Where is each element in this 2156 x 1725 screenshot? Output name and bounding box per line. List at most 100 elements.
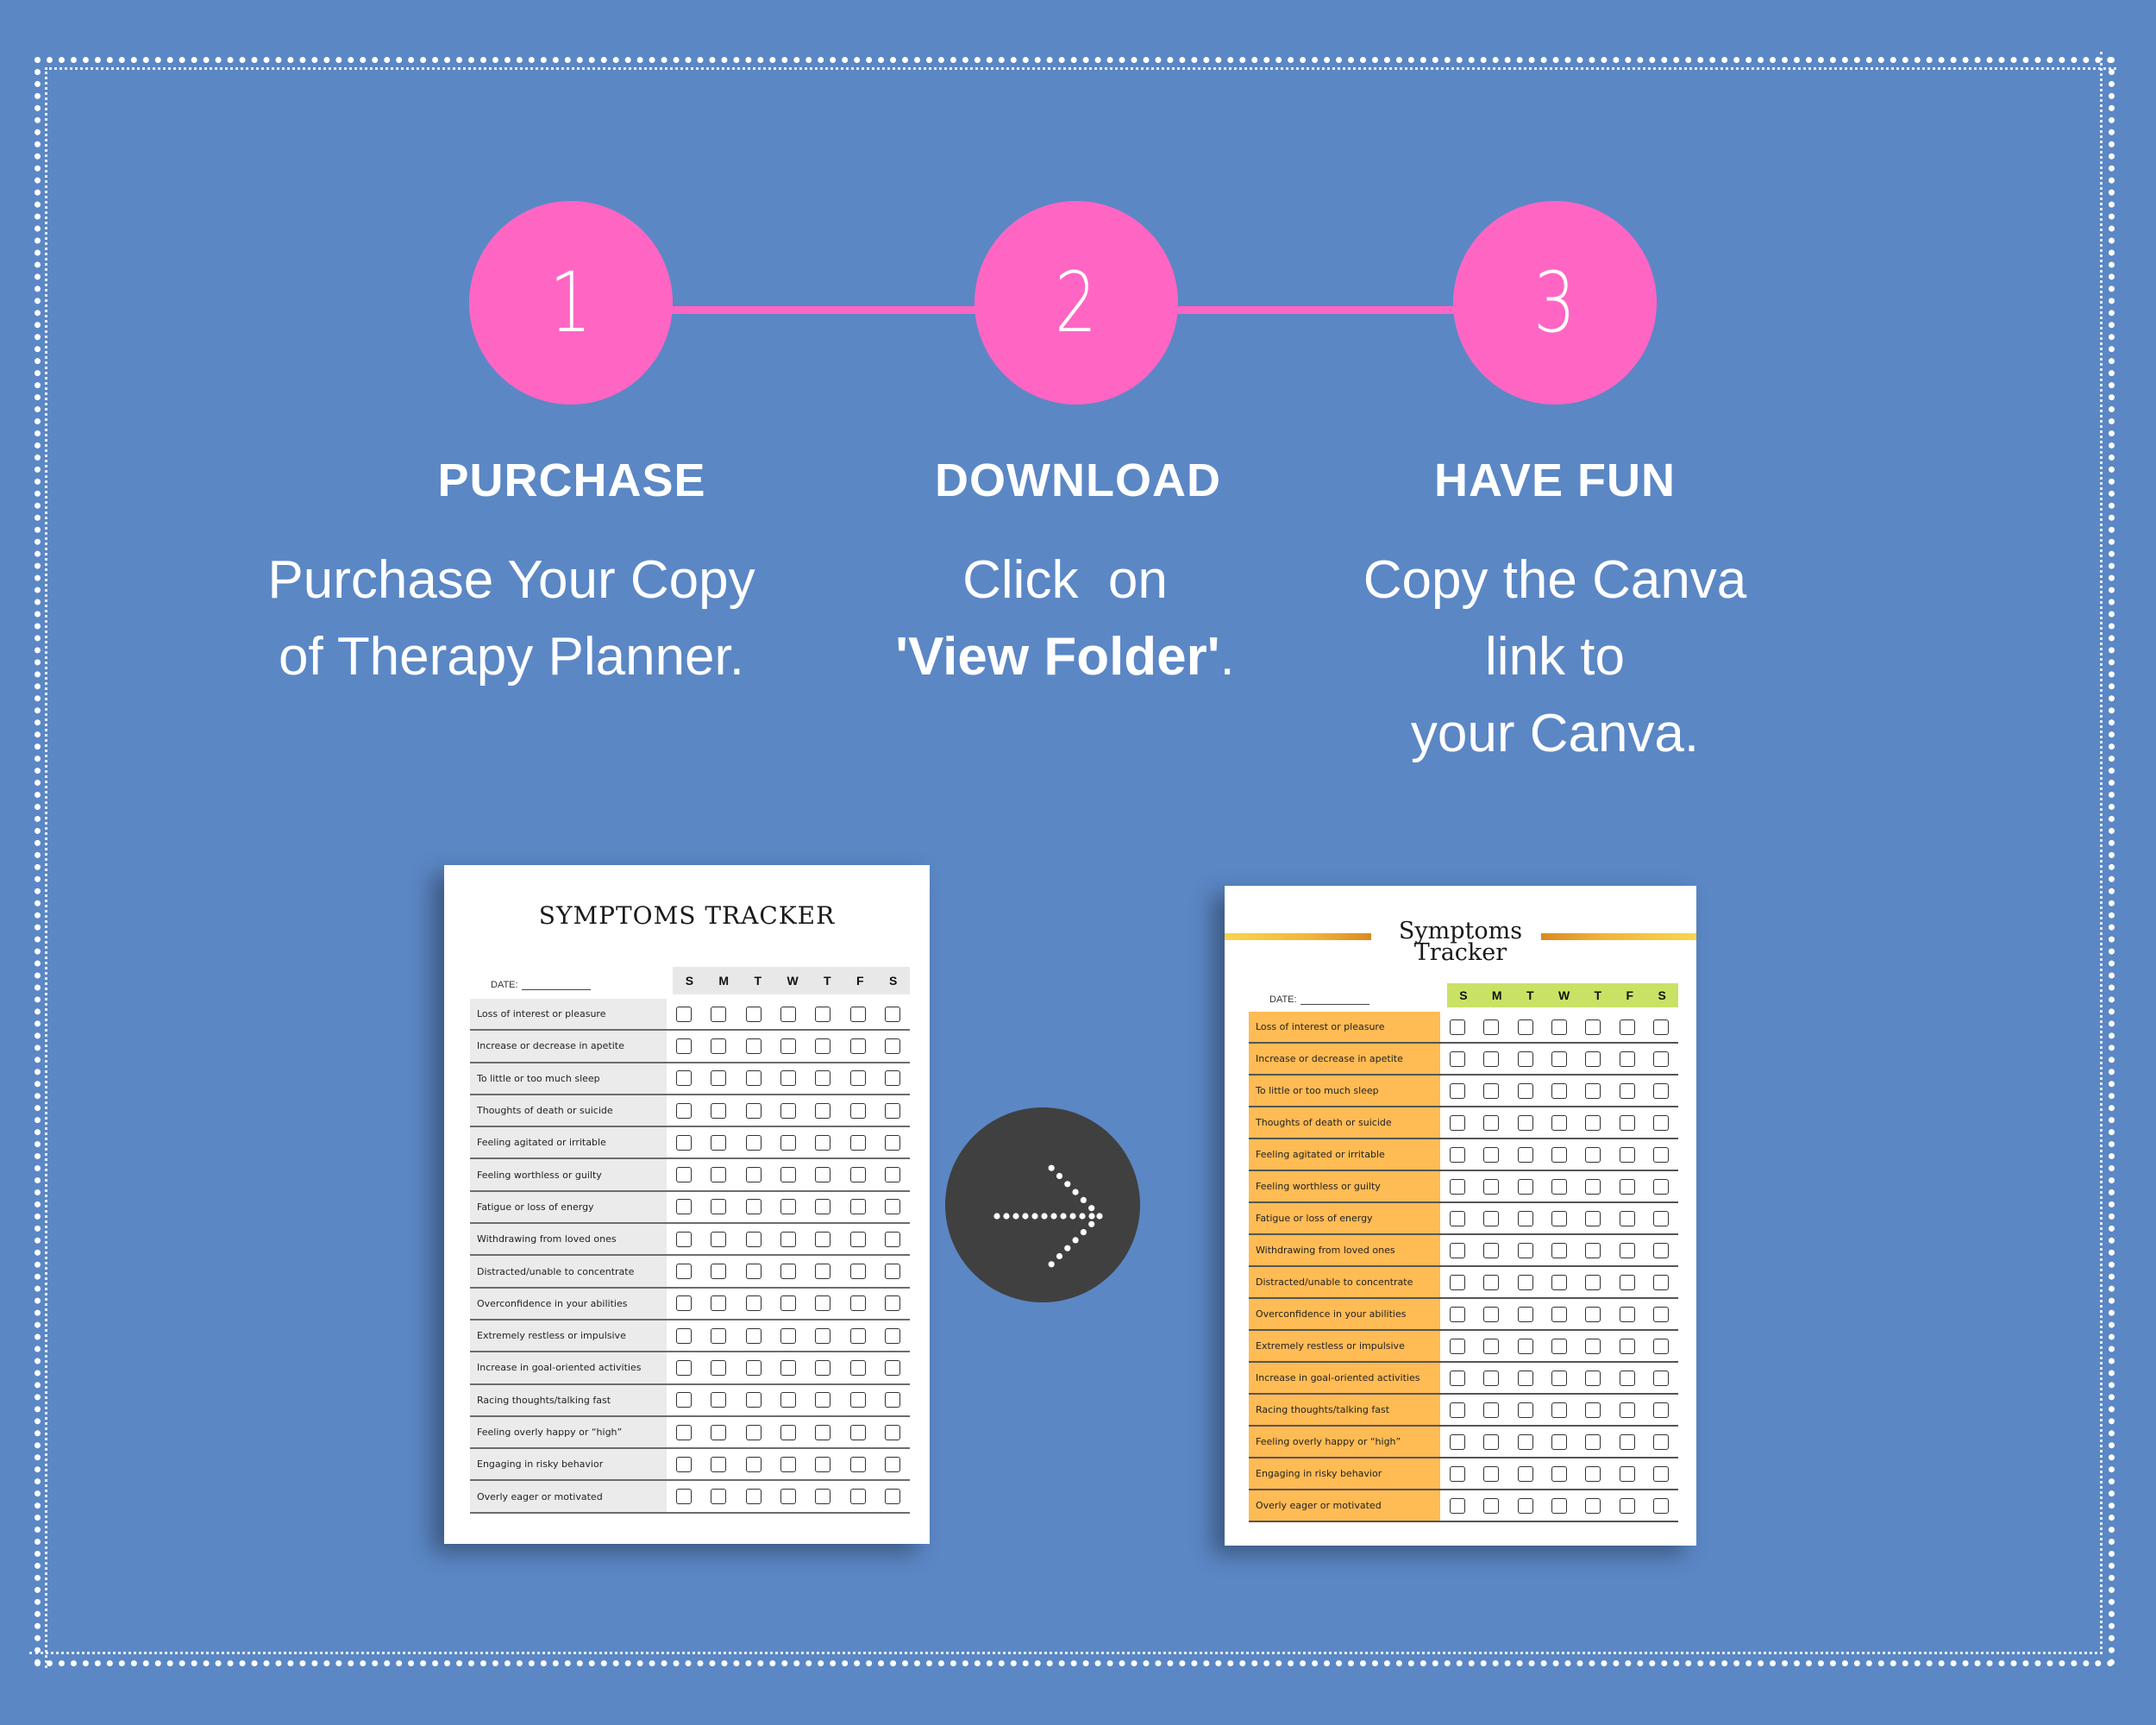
day-checkbox[interactable] xyxy=(884,1167,900,1183)
day-checkbox[interactable] xyxy=(1653,1242,1670,1258)
day-checkbox[interactable] xyxy=(815,1006,831,1022)
day-checkbox[interactable] xyxy=(1517,1178,1533,1195)
day-checkbox[interactable] xyxy=(780,1295,796,1312)
day-checkbox[interactable] xyxy=(711,1134,727,1151)
day-checkbox[interactable] xyxy=(1551,1082,1567,1099)
day-checkbox[interactable] xyxy=(676,1359,693,1376)
day-checkbox[interactable] xyxy=(1517,1402,1533,1418)
day-checkbox[interactable] xyxy=(1517,1497,1533,1514)
day-checkbox[interactable] xyxy=(815,1456,831,1472)
day-checkbox[interactable] xyxy=(745,1231,761,1247)
day-checkbox[interactable] xyxy=(1619,1019,1635,1035)
day-checkbox[interactable] xyxy=(780,1424,796,1440)
day-checkbox[interactable] xyxy=(1653,1497,1670,1514)
day-checkbox[interactable] xyxy=(745,1327,761,1344)
day-checkbox[interactable] xyxy=(1585,1082,1601,1099)
day-checkbox[interactable] xyxy=(884,1456,900,1472)
day-checkbox[interactable] xyxy=(815,1327,831,1344)
day-checkbox[interactable] xyxy=(676,1264,693,1280)
day-checkbox[interactable] xyxy=(849,1199,866,1215)
day-checkbox[interactable] xyxy=(745,1392,761,1408)
day-checkbox[interactable] xyxy=(1653,1051,1670,1067)
day-checkbox[interactable] xyxy=(815,1070,831,1087)
day-checkbox[interactable] xyxy=(1483,1242,1500,1258)
day-checkbox[interactable] xyxy=(676,1167,693,1183)
day-checkbox[interactable] xyxy=(1517,1114,1533,1131)
day-checkbox[interactable] xyxy=(1449,1082,1465,1099)
day-checkbox[interactable] xyxy=(1517,1242,1533,1258)
day-checkbox[interactable] xyxy=(780,1359,796,1376)
day-checkbox[interactable] xyxy=(1653,1114,1670,1131)
day-checkbox[interactable] xyxy=(884,1102,900,1119)
day-checkbox[interactable] xyxy=(815,1264,831,1280)
day-checkbox[interactable] xyxy=(711,1295,727,1312)
day-checkbox[interactable] xyxy=(1551,1146,1567,1163)
day-checkbox[interactable] xyxy=(1551,1433,1567,1450)
day-checkbox[interactable] xyxy=(1585,1402,1601,1418)
day-checkbox[interactable] xyxy=(711,1327,727,1344)
day-checkbox[interactable] xyxy=(780,1134,796,1151)
day-checkbox[interactable] xyxy=(1585,1210,1601,1226)
day-checkbox[interactable] xyxy=(711,1424,727,1440)
day-checkbox[interactable] xyxy=(1619,1082,1635,1099)
day-checkbox[interactable] xyxy=(711,1199,727,1215)
day-checkbox[interactable] xyxy=(780,1102,796,1119)
day-checkbox[interactable] xyxy=(1449,1465,1465,1482)
day-checkbox[interactable] xyxy=(1449,1178,1465,1195)
day-checkbox[interactable] xyxy=(1551,1210,1567,1226)
day-checkbox[interactable] xyxy=(1517,1146,1533,1163)
day-checkbox[interactable] xyxy=(1551,1178,1567,1195)
day-checkbox[interactable] xyxy=(884,1359,900,1376)
day-checkbox[interactable] xyxy=(884,1038,900,1054)
day-checkbox[interactable] xyxy=(1551,1242,1567,1258)
day-checkbox[interactable] xyxy=(849,1359,866,1376)
day-checkbox[interactable] xyxy=(1619,1465,1635,1482)
day-checkbox[interactable] xyxy=(1517,1370,1533,1386)
day-checkbox[interactable] xyxy=(1551,1019,1567,1035)
day-checkbox[interactable] xyxy=(676,1006,693,1022)
day-checkbox[interactable] xyxy=(1653,1146,1670,1163)
day-checkbox[interactable] xyxy=(1619,1306,1635,1322)
day-checkbox[interactable] xyxy=(780,1167,796,1183)
day-checkbox[interactable] xyxy=(1449,1146,1465,1163)
day-checkbox[interactable] xyxy=(711,1359,727,1376)
day-checkbox[interactable] xyxy=(849,1456,866,1472)
day-checkbox[interactable] xyxy=(745,1424,761,1440)
day-checkbox[interactable] xyxy=(849,1489,866,1505)
day-checkbox[interactable] xyxy=(1653,1274,1670,1290)
day-checkbox[interactable] xyxy=(1449,1051,1465,1067)
day-checkbox[interactable] xyxy=(745,1038,761,1054)
day-checkbox[interactable] xyxy=(780,1264,796,1280)
day-checkbox[interactable] xyxy=(780,1456,796,1472)
day-checkbox[interactable] xyxy=(1483,1433,1500,1450)
day-checkbox[interactable] xyxy=(849,1327,866,1344)
day-checkbox[interactable] xyxy=(1483,1114,1500,1131)
day-checkbox[interactable] xyxy=(1449,1370,1465,1386)
day-checkbox[interactable] xyxy=(1585,1306,1601,1322)
day-checkbox[interactable] xyxy=(884,1264,900,1280)
day-checkbox[interactable] xyxy=(1653,1370,1670,1386)
day-checkbox[interactable] xyxy=(1585,1274,1601,1290)
day-checkbox[interactable] xyxy=(815,1424,831,1440)
day-checkbox[interactable] xyxy=(780,1038,796,1054)
day-checkbox[interactable] xyxy=(849,1134,866,1151)
day-checkbox[interactable] xyxy=(1585,1370,1601,1386)
day-checkbox[interactable] xyxy=(1619,1114,1635,1131)
day-checkbox[interactable] xyxy=(676,1456,693,1472)
day-checkbox[interactable] xyxy=(1653,1082,1670,1099)
day-checkbox[interactable] xyxy=(884,1199,900,1215)
day-checkbox[interactable] xyxy=(884,1006,900,1022)
day-checkbox[interactable] xyxy=(1483,1274,1500,1290)
day-checkbox[interactable] xyxy=(1551,1402,1567,1418)
day-checkbox[interactable] xyxy=(1551,1338,1567,1354)
day-checkbox[interactable] xyxy=(745,1295,761,1312)
day-checkbox[interactable] xyxy=(1483,1402,1500,1418)
day-checkbox[interactable] xyxy=(1449,1210,1465,1226)
day-checkbox[interactable] xyxy=(1653,1465,1670,1482)
day-checkbox[interactable] xyxy=(1585,1114,1601,1131)
day-checkbox[interactable] xyxy=(1653,1433,1670,1450)
day-checkbox[interactable] xyxy=(745,1167,761,1183)
day-checkbox[interactable] xyxy=(849,1264,866,1280)
day-checkbox[interactable] xyxy=(780,1199,796,1215)
day-checkbox[interactable] xyxy=(849,1167,866,1183)
